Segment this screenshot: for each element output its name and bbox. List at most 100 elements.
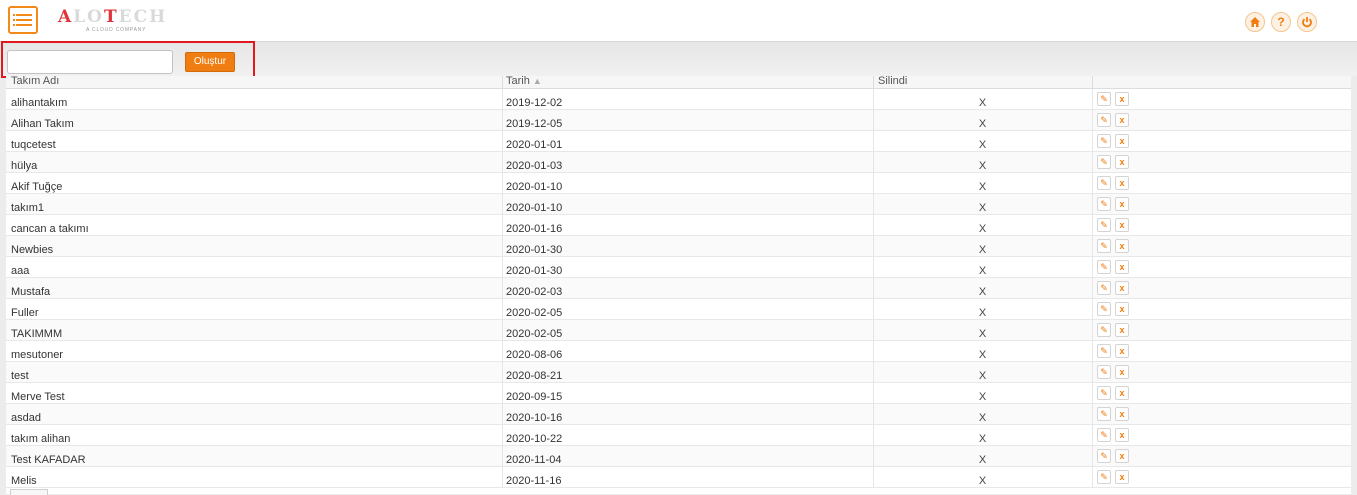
teams-table: Takım Adı Tarih ▲ Silindi alihantakım 201… xyxy=(6,76,1351,494)
menu-icon[interactable] xyxy=(8,6,38,34)
date-cell: 2020-10-16 xyxy=(506,412,563,424)
table-row[interactable]: test 2020-08-21 X ✎ x xyxy=(6,362,1351,383)
delete-icon[interactable]: x xyxy=(1115,302,1129,316)
date-cell: 2020-01-10 xyxy=(506,181,563,193)
table-row[interactable]: tuqcetest 2020-01-01 X ✎ x xyxy=(6,131,1351,152)
deleted-cell: X xyxy=(978,475,987,487)
delete-icon[interactable]: x xyxy=(1115,218,1129,232)
date-cell: 2020-02-03 xyxy=(506,286,563,298)
deleted-cell: X xyxy=(978,97,987,109)
table-row[interactable]: Test KAFADAR 2020-11-04 X ✎ x xyxy=(6,446,1351,467)
edit-icon[interactable]: ✎ xyxy=(1097,281,1111,295)
edit-icon[interactable]: ✎ xyxy=(1097,428,1111,442)
deleted-cell: X xyxy=(978,202,987,214)
date-cell: 2020-01-30 xyxy=(506,244,563,256)
delete-icon[interactable]: x xyxy=(1115,155,1129,169)
team-name-cell: tuqcetest xyxy=(11,139,56,151)
column-header-date[interactable]: Tarih ▲ xyxy=(506,76,866,88)
team-name-input[interactable] xyxy=(7,50,173,74)
column-header-deleted[interactable]: Silindi xyxy=(878,76,1078,88)
help-icon[interactable]: ? xyxy=(1271,12,1291,32)
edit-icon[interactable]: ✎ xyxy=(1097,92,1111,106)
sort-asc-icon: ▲ xyxy=(532,76,542,86)
date-cell: 2020-01-01 xyxy=(506,139,563,151)
edit-icon[interactable]: ✎ xyxy=(1097,365,1111,379)
delete-icon[interactable]: x xyxy=(1115,470,1129,484)
edit-icon[interactable]: ✎ xyxy=(1097,197,1111,211)
date-cell: 2020-09-15 xyxy=(506,391,563,403)
edit-icon[interactable]: ✎ xyxy=(1097,344,1111,358)
team-name-cell: Fuller xyxy=(11,307,39,319)
edit-icon[interactable]: ✎ xyxy=(1097,176,1111,190)
team-name-cell: Merve Test xyxy=(11,391,65,403)
table-row[interactable]: Fuller 2020-02-05 X ✎ x xyxy=(6,299,1351,320)
deleted-cell: X xyxy=(978,349,987,361)
logo-tagline: A CLOUD COMPANY xyxy=(86,27,147,33)
date-cell: 2020-02-05 xyxy=(506,328,563,340)
table-row[interactable]: Merve Test 2020-09-15 X ✎ x xyxy=(6,383,1351,404)
edit-icon[interactable]: ✎ xyxy=(1097,386,1111,400)
table-row[interactable]: Mustafa 2020-02-03 X ✎ x xyxy=(6,278,1351,299)
team-name-cell: cancan a takımı xyxy=(11,223,89,235)
create-button[interactable]: Oluştur xyxy=(185,52,235,72)
team-name-cell: TAKIMMM xyxy=(11,328,63,340)
delete-icon[interactable]: x xyxy=(1115,260,1129,274)
deleted-cell: X xyxy=(978,265,987,277)
table-row[interactable]: alihantakım 2019-12-02 X ✎ x xyxy=(6,89,1351,110)
edit-icon[interactable]: ✎ xyxy=(1097,260,1111,274)
date-cell: 2020-11-04 xyxy=(506,454,562,466)
date-cell: 2020-10-22 xyxy=(506,433,563,445)
table-row[interactable]: Melis 2020-11-16 X ✎ x xyxy=(6,467,1351,488)
edit-icon[interactable]: ✎ xyxy=(1097,407,1111,421)
table-row[interactable]: hülya 2020-01-03 X ✎ x xyxy=(6,152,1351,173)
home-icon[interactable] xyxy=(1245,12,1265,32)
deleted-cell: X xyxy=(978,307,987,319)
pager[interactable] xyxy=(10,489,48,495)
delete-icon[interactable]: x xyxy=(1115,197,1129,211)
edit-icon[interactable]: ✎ xyxy=(1097,113,1111,127)
delete-icon[interactable]: x xyxy=(1115,386,1129,400)
delete-icon[interactable]: x xyxy=(1115,428,1129,442)
edit-icon[interactable]: ✎ xyxy=(1097,239,1111,253)
table-row[interactable]: mesutoner 2020-08-06 X ✎ x xyxy=(6,341,1351,362)
delete-icon[interactable]: x xyxy=(1115,407,1129,421)
deleted-cell: X xyxy=(978,391,987,403)
table-row[interactable]: Alihan Takım 2019-12-05 X ✎ x xyxy=(6,110,1351,131)
table-row[interactable]: takım alihan 2020-10-22 X ✎ x xyxy=(6,425,1351,446)
table-row[interactable]: takım1 2020-01-10 X ✎ x xyxy=(6,194,1351,215)
edit-icon[interactable]: ✎ xyxy=(1097,302,1111,316)
delete-icon[interactable]: x xyxy=(1115,281,1129,295)
edit-icon[interactable]: ✎ xyxy=(1097,323,1111,337)
edit-icon[interactable]: ✎ xyxy=(1097,449,1111,463)
team-name-cell: Melis xyxy=(11,475,37,487)
delete-icon[interactable]: x xyxy=(1115,92,1129,106)
delete-icon[interactable]: x xyxy=(1115,176,1129,190)
delete-icon[interactable]: x xyxy=(1115,134,1129,148)
table-row[interactable]: Newbies 2020-01-30 X ✎ x xyxy=(6,236,1351,257)
table-row[interactable]: Akif Tuğçe 2020-01-10 X ✎ x xyxy=(6,173,1351,194)
delete-icon[interactable]: x xyxy=(1115,365,1129,379)
edit-icon[interactable]: ✎ xyxy=(1097,218,1111,232)
team-name-cell: aaa xyxy=(11,265,30,277)
delete-icon[interactable]: x xyxy=(1115,344,1129,358)
table-row[interactable]: asdad 2020-10-16 X ✎ x xyxy=(6,404,1351,425)
delete-icon[interactable]: x xyxy=(1115,113,1129,127)
edit-icon[interactable]: ✎ xyxy=(1097,470,1111,484)
delete-icon[interactable]: x xyxy=(1115,239,1129,253)
date-cell: 2020-11-16 xyxy=(506,475,562,487)
table-row[interactable]: cancan a takımı 2020-01-16 X ✎ x xyxy=(6,215,1351,236)
team-name-cell: test xyxy=(11,370,29,382)
table-row[interactable]: aaa 2020-01-30 X ✎ x xyxy=(6,257,1351,278)
power-icon[interactable] xyxy=(1297,12,1317,32)
top-bar: ALOTECH A CLOUD COMPANY ? xyxy=(0,0,1357,42)
deleted-cell: X xyxy=(978,328,987,340)
edit-icon[interactable]: ✎ xyxy=(1097,155,1111,169)
column-header-team-name[interactable]: Takım Adı xyxy=(11,76,501,88)
team-name-cell: Akif Tuğçe xyxy=(11,181,63,193)
edit-icon[interactable]: ✎ xyxy=(1097,134,1111,148)
table-row[interactable]: TAKIMMM 2020-02-05 X ✎ x xyxy=(6,320,1351,341)
delete-icon[interactable]: x xyxy=(1115,449,1129,463)
deleted-cell: X xyxy=(978,118,987,130)
team-name-cell: takım1 xyxy=(11,202,45,214)
delete-icon[interactable]: x xyxy=(1115,323,1129,337)
